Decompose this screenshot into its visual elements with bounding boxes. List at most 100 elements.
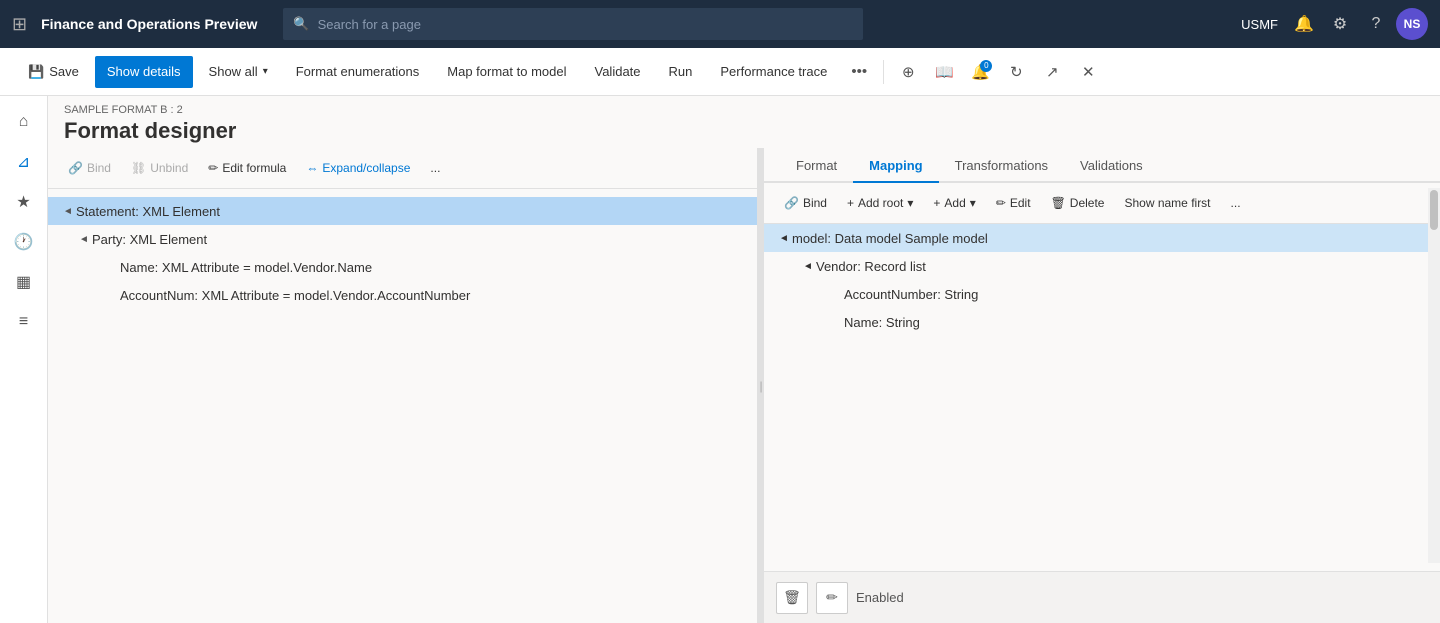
expand-icon: ⇔ [306,161,318,175]
tree-item-label: Statement: XML Element [76,204,220,219]
bottom-edit-button[interactable]: ✏ [816,582,848,614]
left-sidebar: ⌂ ⊿ ★ 🕐 ▦ ≡ [0,96,48,623]
right-scrollbar-thumb[interactable] [1430,190,1438,230]
left-more-button[interactable]: ... [422,154,448,182]
right-tree-row[interactable]: Name: String [764,308,1440,336]
right-tree-row[interactable]: ◄ Vendor: Record list [764,252,1440,280]
right-tree-arrow-icon [828,315,844,330]
edit-formula-button[interactable]: ✏ Edit formula [200,154,294,182]
right-tree-item-label: Name: String [844,315,920,330]
more-options-button[interactable]: ••• [843,56,875,88]
tabs-bar: Format Mapping Transformations Validatio… [764,148,1440,183]
avatar[interactable]: NS [1396,8,1428,40]
puzzle-icon-button[interactable]: ⊕ [892,56,924,88]
top-navigation: ⊞ Finance and Operations Preview 🔍 USMF … [0,0,1440,48]
format-enumerations-button[interactable]: Format enumerations [284,56,432,88]
page-header: SAMPLE FORMAT B : 2 Format designer [48,96,1440,148]
sidebar-nav-filter[interactable]: ⊿ [6,144,42,180]
user-region: USMF [1241,17,1278,32]
bind-button[interactable]: 🔗 Bind [60,154,119,182]
unbind-button[interactable]: ⛓ Unbind [123,154,196,182]
right-tree-arrow-icon: ◄ [776,233,792,244]
refresh-button[interactable]: ↻ [1000,56,1032,88]
add-root-plus-icon: + [847,196,854,210]
show-details-button[interactable]: Show details [95,56,193,88]
right-scrollbar[interactable] [1428,188,1440,563]
bookmark-icon-button[interactable]: 📖 [928,56,960,88]
left-panel: 🔗 Bind ⛓ Unbind ✏ Edit formula ⇔ Expand/… [48,148,758,623]
tree-arrow-icon: ◄ [76,231,92,247]
add-root-chevron-icon: ▾ [907,196,913,210]
right-tree-row[interactable]: ◄ model: Data model Sample model [764,224,1440,252]
search-icon: 🔍 [293,16,309,32]
notification-badge-button[interactable]: 🔔 0 [964,56,996,88]
share-button[interactable]: ↗ [1036,56,1068,88]
right-tree-item-label: model: Data model Sample model [792,231,988,246]
right-delete-button[interactable]: 🗑 Delete [1043,189,1113,217]
tab-transformations[interactable]: Transformations [939,148,1064,183]
validate-button[interactable]: Validate [583,56,653,88]
add-plus-icon: + [933,196,940,210]
right-tree-arrow-icon [828,287,844,302]
help-icon[interactable]: ? [1360,8,1392,40]
right-link-icon: 🔗 [784,196,799,210]
breadcrumb: SAMPLE FORMAT B : 2 [64,104,1424,116]
sidebar-nav-star[interactable]: ★ [6,184,42,220]
notification-count: 0 [980,60,992,72]
bottom-status-bar: 🗑 ✏ Enabled [764,571,1440,623]
right-tree-item-label: Vendor: Record list [816,259,926,274]
sidebar-nav-table[interactable]: ▦ [6,264,42,300]
right-pencil-icon: ✏ [996,196,1006,210]
main-layout: ⌂ ⊿ ★ 🕐 ▦ ≡ SAMPLE FORMAT B : 2 Format d… [0,96,1440,623]
tree-item-label: Party: XML Element [92,232,207,247]
right-edit-button[interactable]: ✏ Edit [988,189,1039,217]
tab-validations[interactable]: Validations [1064,148,1159,183]
right-tree-arrow-icon: ◄ [800,261,816,272]
tab-format[interactable]: Format [780,148,853,183]
save-button[interactable]: 💾 Save [16,56,91,88]
add-chevron-icon: ▾ [970,196,976,210]
right-bind-button[interactable]: 🔗 Bind [776,189,835,217]
bottom-delete-button[interactable]: 🗑 [776,582,808,614]
add-button[interactable]: + Add ▾ [925,189,983,217]
show-all-button[interactable]: Show all ▾ [197,56,280,88]
show-all-chevron-icon: ▾ [263,66,268,77]
tree-row[interactable]: ◄ Statement: XML Element [48,197,757,225]
performance-trace-button[interactable]: Performance trace [708,56,839,88]
search-bar[interactable]: 🔍 [283,8,863,40]
app-title: Finance and Operations Preview [41,16,257,32]
tree-row[interactable]: ◄ Party: XML Element [48,225,757,253]
tree-item-label: Name: XML Attribute = model.Vendor.Name [120,260,372,275]
right-tree-row[interactable]: AccountNumber: String [764,280,1440,308]
right-trash-icon: 🗑 [1051,196,1066,210]
settings-icon[interactable]: ⚙ [1324,8,1356,40]
map-format-to-model-button[interactable]: Map format to model [435,56,578,88]
run-button[interactable]: Run [657,56,705,88]
enabled-status: Enabled [856,590,904,605]
bell-icon[interactable]: 🔔 [1288,8,1320,40]
left-panel-toolbar: 🔗 Bind ⛓ Unbind ✏ Edit formula ⇔ Expand/… [48,148,757,189]
tree-row[interactable]: AccountNum: XML Attribute = model.Vendor… [48,281,757,309]
app-grid-icon[interactable]: ⊞ [12,14,27,35]
add-root-button[interactable]: + Add root ▾ [839,189,921,217]
show-name-first-button[interactable]: Show name first [1116,189,1218,217]
sidebar-nav-clock[interactable]: 🕐 [6,224,42,260]
expand-collapse-button[interactable]: ⇔ Expand/collapse [298,154,418,182]
split-pane: 🔗 Bind ⛓ Unbind ✏ Edit formula ⇔ Expand/… [48,148,1440,623]
main-toolbar: 💾 Save Show details Show all ▾ Format en… [0,48,1440,96]
toolbar-separator [883,60,884,84]
nav-right: USMF 🔔 ⚙ ? NS [1241,8,1428,40]
tab-mapping[interactable]: Mapping [853,148,938,183]
search-input[interactable] [318,17,854,32]
right-tree-item-label: AccountNumber: String [844,287,978,302]
close-button[interactable]: ✕ [1072,56,1104,88]
unlink-icon: ⛓ [131,161,146,175]
sidebar-nav-home[interactable]: ⌂ [6,104,42,140]
right-panel: Format Mapping Transformations Validatio… [764,148,1440,623]
right-tree: ◄ model: Data model Sample model ◄ Vendo… [764,224,1440,623]
sidebar-nav-list[interactable]: ≡ [6,304,42,340]
right-more-button[interactable]: ... [1223,189,1249,217]
right-panel-toolbar: 🔗 Bind + Add root ▾ + Add ▾ ✏ [764,183,1440,224]
tree-arrow-icon [104,287,120,303]
tree-row[interactable]: Name: XML Attribute = model.Vendor.Name [48,253,757,281]
